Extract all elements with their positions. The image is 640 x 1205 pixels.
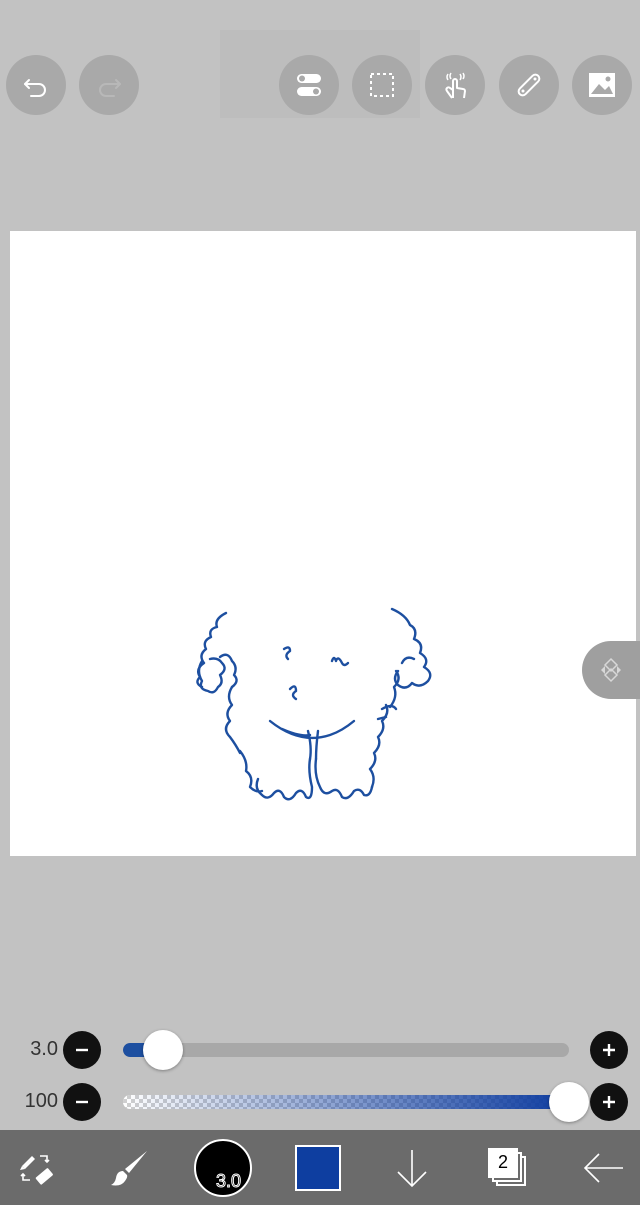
arrow-left-icon: [583, 1152, 623, 1183]
opacity-slider[interactable]: [123, 1095, 569, 1109]
brush-size-preview: 3.0: [194, 1138, 252, 1197]
color-swatch: [295, 1144, 341, 1191]
opacity-gradient: [123, 1095, 569, 1109]
brush-tool-button[interactable]: [100, 1130, 160, 1205]
brush-size-decrease-button[interactable]: [63, 1031, 101, 1069]
selection-button[interactable]: [352, 55, 412, 115]
plus-icon: [603, 1044, 615, 1056]
hand-tap-icon: [445, 72, 466, 99]
move-down-button[interactable]: [384, 1130, 440, 1205]
back-button[interactable]: [574, 1130, 632, 1205]
diamond-arrows-icon: [601, 657, 621, 683]
hand-button[interactable]: [425, 55, 485, 115]
drawing-artwork: [196, 607, 432, 801]
arrow-down-icon: [397, 1149, 427, 1187]
ruler-button[interactable]: [499, 55, 559, 115]
minus-icon: [76, 1100, 88, 1104]
ruler-icon: [517, 73, 541, 97]
opacity-value: 100: [24, 1090, 58, 1112]
selection-icon: [370, 73, 394, 97]
redo-button[interactable]: [79, 55, 139, 115]
redo-icon: [99, 79, 121, 97]
undo-button[interactable]: [6, 55, 66, 115]
drawing-canvas[interactable]: [10, 231, 636, 856]
minus-icon: [76, 1048, 88, 1052]
side-panel-tab[interactable]: [582, 641, 640, 699]
opacity-increase-button[interactable]: [590, 1083, 628, 1121]
brush-size-value: 3.0: [30, 1038, 58, 1060]
layer-count: 2: [488, 1147, 518, 1178]
color-button[interactable]: [290, 1130, 346, 1205]
brush-icon: [111, 1150, 147, 1185]
plus-icon: [603, 1096, 615, 1108]
bottom-toolbar: 3.0 2: [0, 1130, 640, 1205]
pen-eraser-swap-icon: [20, 1154, 53, 1185]
pen-eraser-swap-button[interactable]: [6, 1130, 66, 1205]
opacity-handle[interactable]: [549, 1082, 589, 1122]
toggle-button[interactable]: [279, 55, 339, 115]
brush-size-button[interactable]: 3.0: [192, 1130, 254, 1205]
toggles-icon: [297, 74, 321, 96]
opacity-decrease-button[interactable]: [63, 1083, 101, 1121]
layers-icon: 2: [484, 1144, 532, 1192]
brush-size-increase-button[interactable]: [590, 1031, 628, 1069]
image-icon: [589, 73, 615, 97]
undo-icon: [24, 79, 46, 97]
image-button[interactable]: [572, 55, 632, 115]
brush-size-slider[interactable]: [123, 1043, 569, 1057]
layers-button[interactable]: 2: [478, 1130, 538, 1205]
brush-size-preview-label: 3.0: [215, 1170, 242, 1191]
brush-size-handle[interactable]: [143, 1030, 184, 1070]
